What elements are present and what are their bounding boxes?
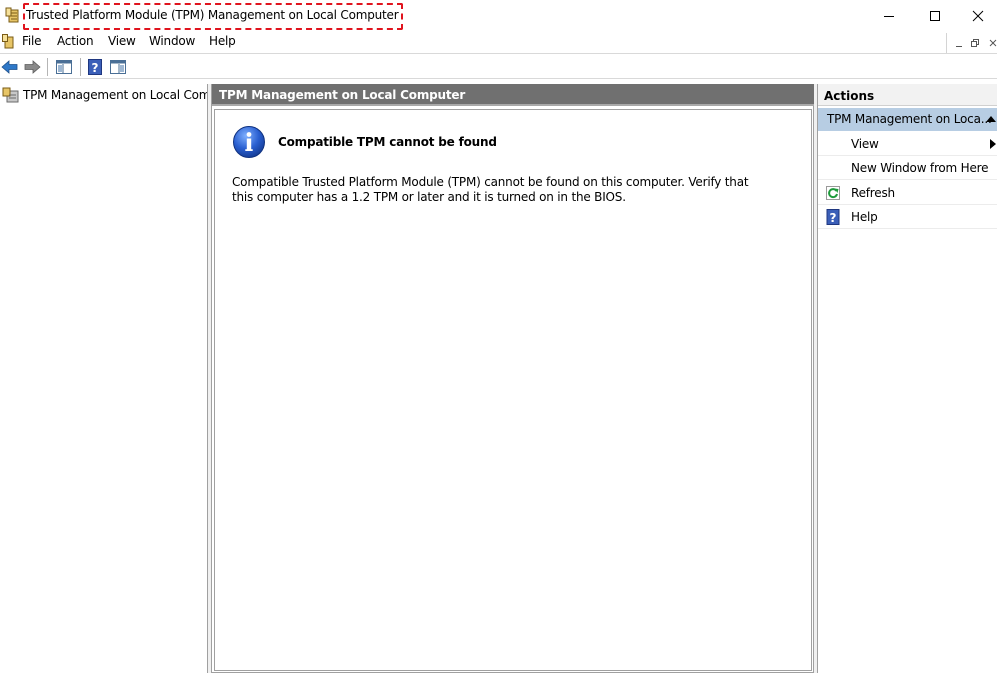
result-pane: TPM Management on Local Computer Compati…: [211, 84, 814, 673]
menu-action[interactable]: Action: [57, 34, 94, 48]
help-icon: ?: [826, 209, 840, 225]
result-pane-content: Compatible TPM cannot be found Compatibl…: [214, 109, 812, 671]
actions-title: Actions: [824, 89, 875, 103]
mdi-child-buttons: [946, 33, 997, 53]
actions-pane: Actions TPM Management on Loca... View N…: [817, 84, 997, 673]
show-hide-action-pane-icon: [110, 59, 126, 74]
minimize-icon: [884, 15, 894, 17]
console-tree-pane: TPM Management on Local Comp: [0, 84, 208, 673]
message-body: Compatible Trusted Platform Module (TPM)…: [232, 175, 749, 204]
action-label: View: [851, 137, 879, 151]
mmc-window: Trusted Platform Module (TPM) Management…: [0, 0, 997, 673]
minimize-icon: [956, 46, 962, 47]
show-hide-console-tree-button[interactable]: [54, 57, 74, 76]
tpm-chip-icon: [5, 7, 19, 23]
actions-header: Actions: [818, 84, 997, 106]
menu-file[interactable]: File: [22, 34, 41, 48]
forward-arrow-icon: [24, 59, 41, 74]
forward-button[interactable]: [22, 57, 42, 76]
menu-view[interactable]: View: [108, 34, 136, 48]
title-bar[interactable]: Trusted Platform Module (TPM) Management…: [0, 0, 997, 31]
back-button[interactable]: [0, 57, 20, 76]
tpm-management-icon: [2, 87, 19, 103]
info-icon: [233, 126, 265, 158]
child-minimize-button[interactable]: [951, 35, 967, 51]
svg-text:?: ?: [92, 61, 99, 75]
close-icon: [989, 39, 997, 47]
actions-group-tpm[interactable]: TPM Management on Loca...: [818, 108, 997, 131]
menu-window[interactable]: Window: [149, 34, 195, 48]
refresh-icon: [826, 186, 840, 200]
child-restore-button[interactable]: [967, 35, 983, 51]
window-title: Trusted Platform Module (TPM) Management…: [26, 8, 399, 22]
toolbar-separator: [47, 58, 48, 76]
action-new-window-from-here[interactable]: New Window from Here: [818, 156, 997, 180]
result-pane-header: TPM Management on Local Computer: [212, 84, 814, 106]
menu-bar: File Action View Window Help: [0, 31, 997, 53]
collapse-up-icon[interactable]: [986, 115, 996, 123]
actions-group-label: TPM Management on Loca...: [827, 112, 992, 126]
close-button[interactable]: [958, 0, 997, 31]
help-toolbar-button[interactable]: ?: [85, 57, 105, 76]
show-hide-console-tree-icon: [56, 59, 72, 74]
restore-icon: [971, 39, 979, 47]
result-pane-title: TPM Management on Local Computer: [219, 88, 466, 102]
action-label: New Window from Here: [851, 161, 989, 175]
tree-item-tpm-management[interactable]: TPM Management on Local Comp: [2, 86, 207, 104]
show-hide-action-pane-button[interactable]: [108, 57, 128, 76]
action-refresh[interactable]: Refresh: [818, 181, 997, 205]
console-icon[interactable]: [2, 34, 16, 50]
child-close-button[interactable]: [985, 35, 997, 51]
action-view[interactable]: View: [818, 132, 997, 156]
menu-help[interactable]: Help: [209, 34, 236, 48]
minimize-button[interactable]: [866, 0, 912, 31]
action-label: Help: [851, 210, 878, 224]
back-arrow-icon: [1, 59, 18, 74]
action-label: Refresh: [851, 186, 895, 200]
maximize-icon: [930, 10, 940, 21]
tree-item-label: TPM Management on Local Comp: [23, 88, 207, 102]
submenu-arrow-icon: [990, 139, 996, 149]
toolbar-separator: [80, 58, 81, 76]
toolbar: ?: [0, 53, 997, 79]
help-icon: ?: [88, 58, 102, 75]
action-help[interactable]: ? Help: [818, 205, 997, 229]
close-icon: [972, 10, 983, 21]
svg-text:?: ?: [830, 211, 837, 225]
maximize-button[interactable]: [912, 0, 958, 31]
message-title: Compatible TPM cannot be found: [278, 135, 497, 149]
